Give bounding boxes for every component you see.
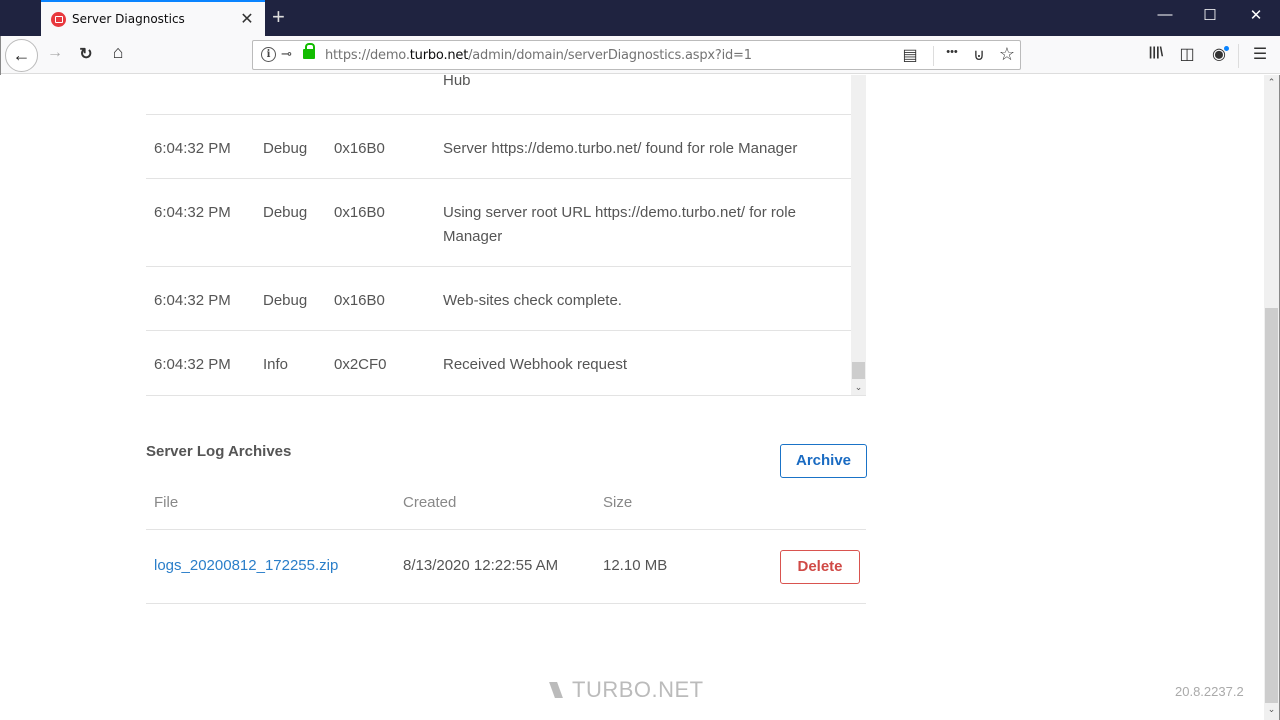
url-text[interactable]: https://demo.turbo.net/admin/domain/serv…: [325, 48, 752, 63]
lock-icon[interactable]: [303, 43, 315, 59]
bookmark-star-icon[interactable]: ☆: [997, 44, 1017, 65]
url-domain: turbo.net: [409, 48, 469, 63]
column-header-created: Created: [403, 494, 457, 511]
back-button[interactable]: ←: [5, 39, 38, 72]
close-window-button[interactable]: ✕: [1246, 6, 1266, 24]
menu-icon[interactable]: ☰: [1250, 44, 1270, 64]
scroll-up-icon[interactable]: ⌃: [1264, 77, 1279, 91]
page-scrollbar[interactable]: ⌃ ⌄: [1264, 75, 1280, 720]
log-time: 6:04:32 PM: [154, 356, 231, 373]
address-bar[interactable]: i ⊸ https://demo.turbo.net/admin/domain/…: [252, 40, 1021, 70]
log-level: Debug: [263, 292, 308, 309]
log-time: 6:04:32 PM: [154, 140, 231, 157]
scroll-down-icon[interactable]: ⌄: [1264, 704, 1279, 718]
url-path: /admin/domain/serverDiagnostics.aspx?id=…: [468, 48, 752, 63]
log-row: 6:04:32 PM Debug 0x16B0 Web-sites check …: [146, 267, 851, 331]
server-log-table: Hub 6:04:32 PM Debug 0x16B0 Server https…: [146, 75, 851, 395]
library-icon[interactable]: |||\: [1144, 44, 1168, 59]
site-info-icon[interactable]: i: [261, 47, 276, 62]
browser-titlebar: Server Diagnostics ✕ + — ☐ ✕: [0, 0, 1280, 36]
pocket-icon[interactable]: ⊍: [969, 45, 989, 65]
log-message: Using server root URL https://demo.turbo…: [443, 204, 796, 245]
tab-title: Server Diagnostics: [72, 12, 185, 26]
archive-created: 8/13/2020 12:22:55 AM: [403, 557, 559, 574]
log-thread: 0x16B0: [334, 292, 385, 309]
archives-table-header: File Created Size: [146, 493, 866, 530]
log-row: Hub: [146, 75, 851, 115]
column-header-size: Size: [603, 494, 633, 511]
archive-button[interactable]: Archive: [780, 444, 867, 478]
new-tab-button[interactable]: +: [272, 4, 285, 30]
turbo-logo-mark-icon: [549, 682, 563, 698]
urlbar-separator: [933, 46, 934, 66]
page-content: Hub 6:04:32 PM Debug 0x16B0 Server https…: [0, 75, 1264, 720]
log-message: Server https://demo.turbo.net/ found for…: [443, 140, 798, 157]
log-row: 6:04:32 PM Debug 0x16B0 Server https://d…: [146, 115, 851, 179]
log-thread: 0x16B0: [334, 140, 385, 157]
log-time: 6:04:32 PM: [154, 292, 231, 309]
log-message: Hub: [443, 75, 471, 89]
minimize-button[interactable]: —: [1155, 6, 1175, 23]
browser-toolbar: ← → ↻ ⌂ i ⊸ https://demo.turbo.net/admin…: [0, 36, 1280, 74]
forward-button[interactable]: →: [45, 44, 65, 62]
log-message: Web-sites check complete.: [443, 292, 622, 309]
turbo-favicon-icon: [51, 12, 66, 27]
archive-row: logs_20200812_172255.zip 8/13/2020 12:22…: [146, 530, 866, 604]
log-level: Info: [263, 356, 289, 373]
archive-file-link[interactable]: logs_20200812_172255.zip: [154, 557, 338, 574]
server-log-panel: Hub 6:04:32 PM Debug 0x16B0 Server https…: [146, 75, 866, 396]
key-icon[interactable]: ⊸: [281, 46, 292, 62]
log-message: Received Webhook request: [443, 356, 627, 373]
column-header-file: File: [154, 494, 179, 511]
maximize-button[interactable]: ☐: [1200, 6, 1220, 24]
tab-server-diagnostics[interactable]: Server Diagnostics ✕: [41, 0, 265, 36]
url-prefix: https://demo.: [325, 48, 410, 63]
turbo-logo-text: TURBO.NET: [572, 677, 704, 702]
archives-section-title: Server Log Archives: [146, 443, 292, 460]
reload-button[interactable]: ↻: [76, 44, 96, 64]
log-scrollbar[interactable]: ⌄: [851, 75, 866, 395]
log-level: Debug: [263, 204, 308, 221]
log-row: 6:04:32 PM Info 0x2CF0 Received Webhook …: [146, 331, 851, 395]
page-actions-icon[interactable]: •••: [939, 46, 965, 58]
reader-view-icon[interactable]: ▤: [900, 45, 920, 65]
log-time: 6:04:32 PM: [154, 204, 231, 221]
archive-size: 12.10 MB: [603, 557, 668, 574]
log-level: Debug: [263, 140, 308, 157]
version-label: 20.8.2237.2: [1175, 684, 1244, 699]
scroll-down-icon[interactable]: ⌄: [851, 380, 866, 395]
home-button[interactable]: ⌂: [108, 42, 128, 63]
toolbar-separator: [1238, 44, 1239, 68]
turbo-logo: TURBO.NET: [549, 677, 704, 703]
log-thread: 0x16B0: [334, 204, 385, 221]
back-arrow-icon: ←: [12, 45, 31, 65]
log-scrollbar-thumb[interactable]: [852, 362, 865, 379]
delete-button[interactable]: Delete: [780, 550, 860, 584]
sidebar-icon[interactable]: ◫: [1177, 44, 1197, 64]
log-thread: 0x2CF0: [334, 356, 387, 373]
tab-close-icon[interactable]: ✕: [239, 9, 255, 29]
log-row: 6:04:32 PM Debug 0x16B0 Using server roo…: [146, 179, 851, 267]
notification-badge: [1224, 46, 1229, 51]
page-scrollbar-thumb[interactable]: [1265, 308, 1278, 703]
